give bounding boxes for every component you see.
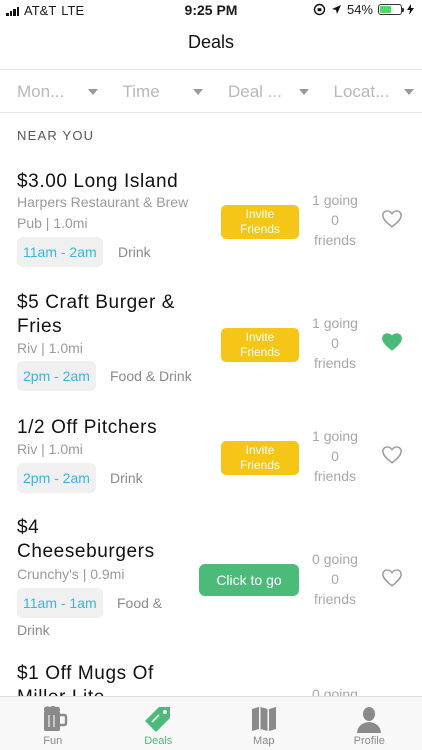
friends-label: friends <box>313 591 357 607</box>
deal-category: Food & Drink <box>110 368 192 384</box>
invite-friends-label: Invite <box>245 443 275 457</box>
invite-friends-button[interactable]: Invite Friends <box>221 441 299 475</box>
deal-time: 2pm - 2am <box>17 463 96 493</box>
filter-day-label: Mon... <box>17 82 65 101</box>
battery-percent: 54% <box>346 2 373 17</box>
heart-outline-icon[interactable] <box>381 444 403 466</box>
invite-friends-label: Invite <box>245 330 275 344</box>
deal-title-line2: Fries <box>17 316 63 337</box>
invite-friends-label: Friends <box>239 458 280 472</box>
filters-divider <box>0 112 422 113</box>
heart-outline-icon[interactable] <box>381 567 403 589</box>
deal-time: 11am - 1am <box>17 588 103 618</box>
deal-venue: Crunchy's | 0.9mi <box>17 566 125 582</box>
filter-deal-type[interactable]: Deal ... <box>211 80 317 106</box>
deal-venue-distance: Pub | 1.0mi <box>17 215 88 231</box>
going-count: 0 going 0 friends <box>299 549 371 609</box>
tab-deals[interactable]: Deals <box>106 697 212 750</box>
charging-bolt-icon <box>407 4 414 15</box>
deal-time: 11am - 2am <box>17 237 103 267</box>
click-to-go-button[interactable]: Click to go <box>199 564 299 596</box>
deal-title: $1 Off Mugs Of <box>17 663 154 684</box>
deal-category: Food & <box>117 595 163 611</box>
tab-fun[interactable]: Fun <box>0 697 106 750</box>
orientation-lock-icon <box>313 3 326 16</box>
beer-mug-icon <box>43 706 67 731</box>
heart-filled-icon[interactable] <box>381 331 403 353</box>
battery-icon <box>378 4 404 15</box>
nav-divider <box>0 69 422 70</box>
going-count: 1 going 0 friends <box>299 313 371 373</box>
friends-label: friends <box>313 232 357 248</box>
deal-title: $5 Craft Burger & <box>17 292 176 313</box>
invite-friends-button[interactable]: Invite Friends <box>221 328 299 362</box>
invite-friends-label: Friends <box>239 222 280 236</box>
chevron-down-icon <box>298 89 309 95</box>
status-indicators: 54% <box>313 2 414 17</box>
chevron-down-icon <box>193 89 203 95</box>
filter-location[interactable]: Locat... <box>317 80 422 106</box>
chevron-down-icon <box>87 89 98 95</box>
tab-map-label: Map <box>253 735 275 747</box>
filter-time[interactable]: Time <box>106 80 212 106</box>
going-label: 1 going <box>312 315 358 331</box>
friends-count: 0 <box>331 335 339 351</box>
tag-icon <box>145 707 171 732</box>
filter-location-label: Locat... <box>333 82 390 101</box>
filter-time-label: Time <box>122 82 160 101</box>
deal-category-line2: Drink <box>17 622 50 638</box>
page-title: Deals <box>187 32 235 52</box>
tab-bar: Fun Deals Map Profile <box>0 696 422 750</box>
deal-category: Drink <box>118 244 151 260</box>
tab-profile[interactable]: Profile <box>317 697 422 750</box>
going-count: 1 going 0 friends <box>299 190 371 250</box>
section-label-near-you: NEAR YOU <box>17 128 95 143</box>
going-label: 1 going <box>312 428 358 444</box>
tab-map[interactable]: Map <box>211 697 317 750</box>
filter-day[interactable]: Mon... <box>0 80 106 106</box>
deal-title: $4 <box>17 517 40 538</box>
deal-title: $3.00 Long Island <box>17 171 179 192</box>
friends-count: 0 <box>331 571 339 587</box>
location-arrow-icon <box>331 5 341 14</box>
filter-deal-type-label: Deal ... <box>228 82 282 101</box>
deal-venue: Riv | 1.0mi <box>17 441 83 457</box>
deal-venue: Riv | 1.0mi <box>17 340 83 356</box>
going-label: 1 going <box>312 192 358 208</box>
person-icon <box>357 707 382 733</box>
invite-friends-button[interactable]: Invite Friends <box>221 205 299 239</box>
friends-count: 0 <box>331 448 339 464</box>
deal-venue: Harpers Restaurant & Brew <box>17 194 189 210</box>
map-icon <box>251 707 276 731</box>
tab-fun-label: Fun <box>43 735 63 747</box>
invite-friends-label: Friends <box>239 345 280 359</box>
friends-label: friends <box>313 355 357 371</box>
tab-profile-label: Profile <box>353 735 385 747</box>
deal-title-line2: Cheeseburgers <box>17 541 155 562</box>
going-count: 1 going 0 friends <box>299 426 371 486</box>
deal-category: Drink <box>110 470 143 486</box>
friends-count: 0 <box>331 212 339 228</box>
going-label: 0 going <box>312 551 358 567</box>
invite-friends-label: Invite <box>245 207 275 221</box>
chevron-down-icon <box>404 89 414 95</box>
deal-title: 1/2 Off Pitchers <box>17 417 158 438</box>
deal-time: 2pm - 2am <box>17 361 96 391</box>
heart-outline-icon[interactable] <box>381 208 403 230</box>
filter-bar: Mon... Time Deal ... Locat... <box>0 80 422 106</box>
tab-deals-label: Deals <box>144 735 173 747</box>
status-bar: AT&T LTE 9:25 PM 54% <box>0 0 422 20</box>
friends-label: friends <box>313 468 357 484</box>
